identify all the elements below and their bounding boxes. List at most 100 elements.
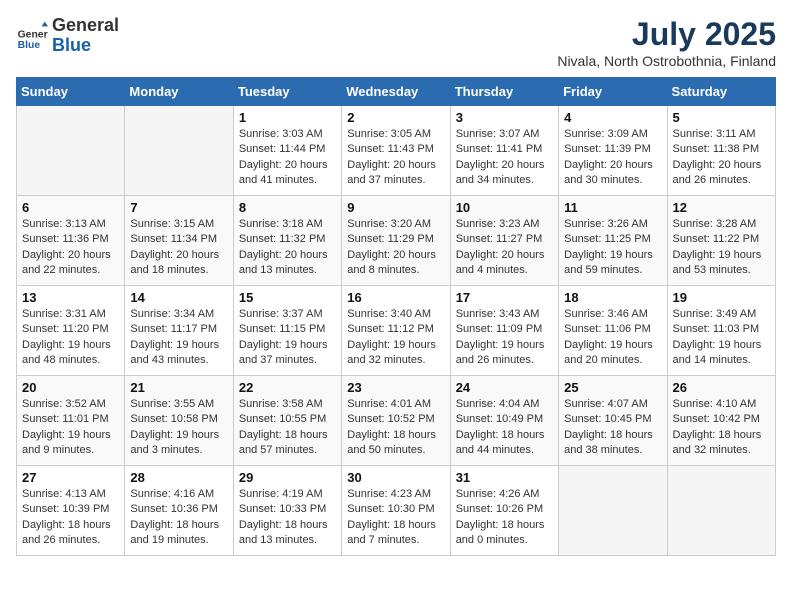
day-number: 19: [673, 290, 770, 305]
day-number: 23: [347, 380, 444, 395]
day-number: 16: [347, 290, 444, 305]
day-number: 27: [22, 470, 119, 485]
calendar-cell: 26Sunrise: 4:10 AM Sunset: 10:42 PM Dayl…: [667, 376, 775, 466]
day-info: Sunrise: 3:26 AM Sunset: 11:25 PM Daylig…: [564, 217, 661, 279]
calendar-week-row: 6Sunrise: 3:13 AM Sunset: 11:36 PM Dayli…: [17, 196, 776, 286]
calendar-table: SundayMondayTuesdayWednesdayThursdayFrid…: [16, 77, 776, 556]
calendar-cell: 14 Sunrise: 3:34 AM Sunset: 11:17 PM Dayl…: [125, 286, 233, 376]
day-number: 30: [347, 470, 444, 485]
day-number: 14: [130, 290, 227, 305]
day-info: Sunrise: 3:28 AM Sunset: 11:22 PM Daylig…: [673, 217, 770, 279]
column-header-friday: Friday: [559, 78, 667, 106]
day-info: Sunrise: 4:04 AM Sunset: 10:49 PM Daylig…: [456, 397, 553, 459]
calendar-cell: 8 Sunrise: 3:18 AM Sunset: 11:32 PM Dayli…: [233, 196, 341, 286]
day-info: Sunrise: 4:19 AM Sunset: 10:33 PM Daylig…: [239, 487, 336, 549]
calendar-week-row: 13Sunrise: 3:31 AM Sunset: 11:20 PM Dayl…: [17, 286, 776, 376]
day-info: Sunrise: 3:37 AM Sunset: 11:15 PM Daylig…: [239, 307, 336, 369]
title-block: July 2025 Nivala, North Ostrobothnia, Fi…: [557, 16, 776, 69]
calendar-cell: 16 Sunrise: 3:40 AM Sunset: 11:12 PM Dayl…: [342, 286, 450, 376]
day-info: Sunrise: 3:58 AM Sunset: 10:55 PM Daylig…: [239, 397, 336, 459]
calendar-cell: 7 Sunrise: 3:15 AM Sunset: 11:34 PM Dayli…: [125, 196, 233, 286]
day-number: 4: [564, 110, 661, 125]
day-info: Sunrise: 3:03 AM Sunset: 11:44 PM Daylig…: [239, 127, 336, 189]
day-info: Sunrise: 3:46 AM Sunset: 11:06 PM Daylig…: [564, 307, 661, 369]
day-info: Sunrise: 3:18 AM Sunset: 11:32 PM Daylig…: [239, 217, 336, 279]
location-subtitle: Nivala, North Ostrobothnia, Finland: [557, 53, 776, 69]
calendar-week-row: 27 Sunrise: 4:13 AM Sunset: 10:39 PM Dayl…: [17, 466, 776, 556]
calendar-cell: 2 Sunrise: 3:05 AM Sunset: 11:43 PM Dayli…: [342, 106, 450, 196]
day-info: Sunrise: 4:23 AM Sunset: 10:30 PM Daylig…: [347, 487, 444, 549]
logo: General Blue General Blue: [16, 16, 119, 56]
column-header-monday: Monday: [125, 78, 233, 106]
day-number: 20: [22, 380, 119, 395]
calendar-cell: [125, 106, 233, 196]
calendar-cell: 31 Sunrise: 4:26 AM Sunset: 10:26 PM Dayl…: [450, 466, 558, 556]
calendar-cell: 22 Sunrise: 3:58 AM Sunset: 10:55 PM Dayl…: [233, 376, 341, 466]
day-info: Sunrise: 3:15 AM Sunset: 11:34 PM Daylig…: [130, 217, 227, 279]
svg-text:General: General: [18, 29, 48, 40]
day-number: 2: [347, 110, 444, 125]
column-header-sunday: Sunday: [17, 78, 125, 106]
column-header-saturday: Saturday: [667, 78, 775, 106]
calendar-week-row: 20 Sunrise: 3:52 AM Sunset: 11:01 PM Dayl…: [17, 376, 776, 466]
calendar-cell: 17Sunrise: 3:43 AM Sunset: 11:09 PM Dayl…: [450, 286, 558, 376]
calendar-cell: [17, 106, 125, 196]
day-number: 29: [239, 470, 336, 485]
calendar-cell: 20 Sunrise: 3:52 AM Sunset: 11:01 PM Dayl…: [17, 376, 125, 466]
day-number: 10: [456, 200, 553, 215]
day-info: Sunrise: 4:16 AM Sunset: 10:36 PM Daylig…: [130, 487, 227, 549]
calendar-cell: 21Sunrise: 3:55 AM Sunset: 10:58 PM Dayl…: [125, 376, 233, 466]
day-info: Sunrise: 3:11 AM Sunset: 11:38 PM Daylig…: [673, 127, 770, 189]
day-info: Sunrise: 3:05 AM Sunset: 11:43 PM Daylig…: [347, 127, 444, 189]
calendar-cell: 27 Sunrise: 4:13 AM Sunset: 10:39 PM Dayl…: [17, 466, 125, 556]
calendar-cell: 10Sunrise: 3:23 AM Sunset: 11:27 PM Dayl…: [450, 196, 558, 286]
day-info: Sunrise: 3:52 AM Sunset: 11:01 PM Daylig…: [22, 397, 119, 459]
column-header-wednesday: Wednesday: [342, 78, 450, 106]
day-number: 8: [239, 200, 336, 215]
day-number: 3: [456, 110, 553, 125]
day-info: Sunrise: 4:26 AM Sunset: 10:26 PM Daylig…: [456, 487, 553, 549]
svg-text:Blue: Blue: [18, 40, 41, 51]
day-info: Sunrise: 3:20 AM Sunset: 11:29 PM Daylig…: [347, 217, 444, 279]
day-info: Sunrise: 4:07 AM Sunset: 10:45 PM Daylig…: [564, 397, 661, 459]
month-title: July 2025: [557, 16, 776, 53]
day-info: Sunrise: 3:31 AM Sunset: 11:20 PM Daylig…: [22, 307, 119, 369]
day-number: 18: [564, 290, 661, 305]
calendar-cell: 25Sunrise: 4:07 AM Sunset: 10:45 PM Dayl…: [559, 376, 667, 466]
calendar-cell: [559, 466, 667, 556]
calendar-cell: 12Sunrise: 3:28 AM Sunset: 11:22 PM Dayl…: [667, 196, 775, 286]
calendar-week-row: 1 Sunrise: 3:03 AM Sunset: 11:44 PM Dayli…: [17, 106, 776, 196]
day-info: Sunrise: 4:13 AM Sunset: 10:39 PM Daylig…: [22, 487, 119, 549]
day-number: 11: [564, 200, 661, 215]
calendar-cell: 1 Sunrise: 3:03 AM Sunset: 11:44 PM Dayli…: [233, 106, 341, 196]
column-header-tuesday: Tuesday: [233, 78, 341, 106]
day-number: 6: [22, 200, 119, 215]
logo-blue-text: Blue: [52, 36, 119, 56]
calendar-cell: 29 Sunrise: 4:19 AM Sunset: 10:33 PM Dayl…: [233, 466, 341, 556]
calendar-cell: 28Sunrise: 4:16 AM Sunset: 10:36 PM Dayl…: [125, 466, 233, 556]
calendar-cell: 11 Sunrise: 3:26 AM Sunset: 11:25 PM Dayl…: [559, 196, 667, 286]
day-info: Sunrise: 4:01 AM Sunset: 10:52 PM Daylig…: [347, 397, 444, 459]
day-info: Sunrise: 3:49 AM Sunset: 11:03 PM Daylig…: [673, 307, 770, 369]
calendar-cell: 3 Sunrise: 3:07 AM Sunset: 11:41 PM Dayli…: [450, 106, 558, 196]
day-number: 31: [456, 470, 553, 485]
day-number: 1: [239, 110, 336, 125]
calendar-cell: 6Sunrise: 3:13 AM Sunset: 11:36 PM Dayli…: [17, 196, 125, 286]
day-info: Sunrise: 3:07 AM Sunset: 11:41 PM Daylig…: [456, 127, 553, 189]
day-number: 24: [456, 380, 553, 395]
calendar-cell: 15 Sunrise: 3:37 AM Sunset: 11:15 PM Dayl…: [233, 286, 341, 376]
calendar-cell: 24 Sunrise: 4:04 AM Sunset: 10:49 PM Dayl…: [450, 376, 558, 466]
day-info: Sunrise: 3:40 AM Sunset: 11:12 PM Daylig…: [347, 307, 444, 369]
day-info: Sunrise: 3:34 AM Sunset: 11:17 PM Daylig…: [130, 307, 227, 369]
day-number: 26: [673, 380, 770, 395]
calendar-cell: [667, 466, 775, 556]
day-info: Sunrise: 3:43 AM Sunset: 11:09 PM Daylig…: [456, 307, 553, 369]
day-number: 9: [347, 200, 444, 215]
calendar-cell: 19 Sunrise: 3:49 AM Sunset: 11:03 PM Dayl…: [667, 286, 775, 376]
calendar-cell: 23 Sunrise: 4:01 AM Sunset: 10:52 PM Dayl…: [342, 376, 450, 466]
calendar-cell: 5Sunrise: 3:11 AM Sunset: 11:38 PM Dayli…: [667, 106, 775, 196]
day-number: 22: [239, 380, 336, 395]
day-number: 7: [130, 200, 227, 215]
calendar-header-row: SundayMondayTuesdayWednesdayThursdayFrid…: [17, 78, 776, 106]
day-number: 15: [239, 290, 336, 305]
